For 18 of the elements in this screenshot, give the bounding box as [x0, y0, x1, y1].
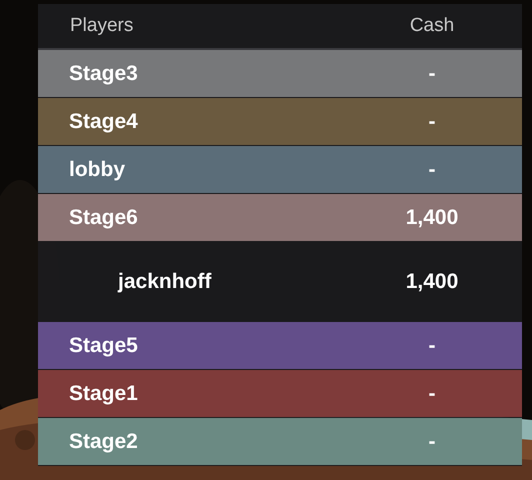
column-header: Cash [408, 14, 456, 38]
cash-value: - [428, 156, 436, 183]
team-name: Stage3 [68, 60, 139, 87]
cash-value: 1,400 [404, 204, 460, 231]
team-name: Stage6 [68, 204, 139, 231]
player-name[interactable]: jacknhoff [38, 266, 342, 298]
cash-value: - [428, 108, 436, 135]
cash-value: - [428, 428, 436, 455]
team-name: lobby [68, 156, 126, 183]
team-name: Stage4 [68, 108, 139, 135]
cash-value: 1,400 [404, 269, 460, 296]
cash-value: - [428, 60, 436, 87]
cash-value: - [428, 380, 436, 407]
column-header: Players [69, 14, 134, 38]
team-name: Stage1 [68, 380, 139, 407]
team-name: Stage5 [68, 332, 139, 359]
cash-value: - [428, 332, 436, 359]
team-name: Stage2 [68, 428, 139, 455]
